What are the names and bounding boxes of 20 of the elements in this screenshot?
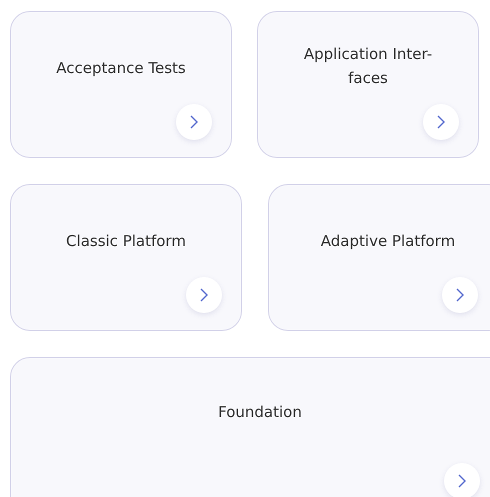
arrow-button[interactable] bbox=[186, 277, 222, 313]
card-background[interactable]: Application Inter- faces bbox=[257, 11, 479, 158]
arrow-button[interactable] bbox=[442, 277, 478, 313]
card-title: Acceptance Tests bbox=[56, 58, 186, 79]
arrow-button[interactable] bbox=[423, 104, 459, 140]
card-background[interactable]: Classic Platform bbox=[10, 184, 242, 331]
chevron-right-icon bbox=[455, 287, 465, 303]
card-title: Classic Platform bbox=[66, 231, 186, 252]
card-background[interactable]: Foundation bbox=[10, 357, 490, 497]
chevron-right-icon bbox=[199, 287, 209, 303]
chevron-right-icon bbox=[457, 473, 467, 489]
card-background[interactable]: Acceptance Tests bbox=[10, 11, 232, 158]
card-title: Foundation bbox=[218, 402, 302, 423]
card-background[interactable]: Adaptive Platform bbox=[268, 184, 490, 331]
chevron-right-icon bbox=[189, 114, 199, 130]
arrow-button[interactable] bbox=[176, 104, 212, 140]
card-title: Adaptive Platform bbox=[320, 231, 456, 252]
chevron-right-icon bbox=[436, 114, 446, 130]
card-title: Application Inter- faces bbox=[304, 44, 432, 89]
arrow-button[interactable] bbox=[444, 463, 480, 497]
